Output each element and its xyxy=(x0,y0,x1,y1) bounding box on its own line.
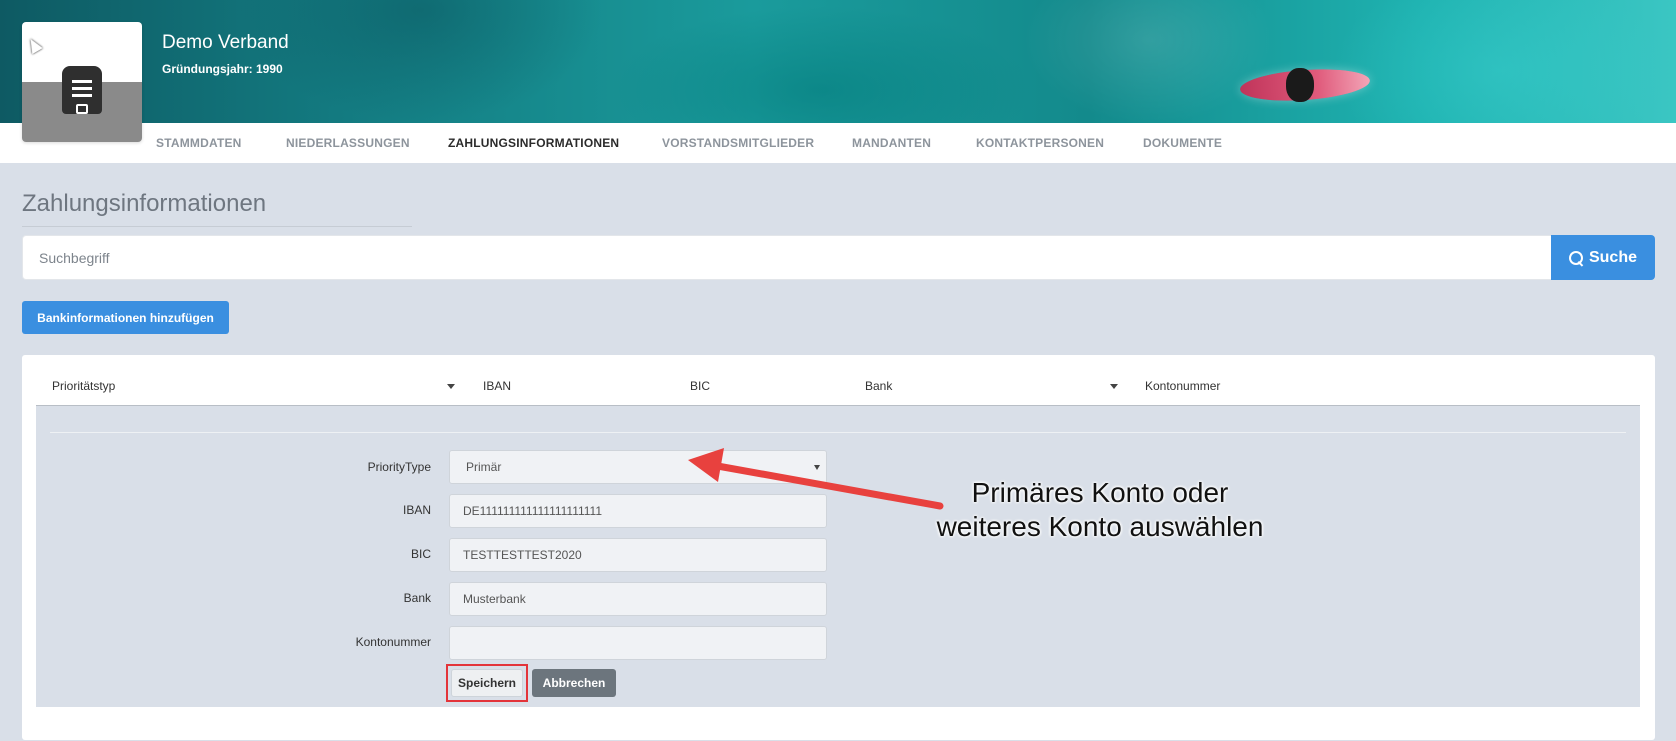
search-icon xyxy=(1568,250,1583,265)
annotation-text: Primäres Konto oder weiteres Konto auswä… xyxy=(900,476,1300,544)
tab-navigation: STAMMDATEN NIEDERLASSUNGEN ZAHLUNGSINFOR… xyxy=(0,123,1676,163)
column-header-bank[interactable]: Bank xyxy=(865,379,892,393)
search-button[interactable]: Suche xyxy=(1551,235,1655,280)
document-icon xyxy=(62,66,102,114)
bank-label: Bank xyxy=(403,591,431,605)
annotation-line-1: Primäres Konto oder xyxy=(971,477,1229,508)
sort-prioritaetstyp-icon[interactable] xyxy=(447,384,455,389)
org-logo[interactable] xyxy=(22,22,142,142)
iban-field[interactable] xyxy=(449,494,827,528)
org-name: Demo Verband xyxy=(162,32,289,53)
priority-type-select[interactable]: Primär xyxy=(449,450,827,484)
tab-stammdaten[interactable]: STAMMDATEN xyxy=(156,136,242,150)
save-button[interactable]: Speichern xyxy=(451,669,523,697)
column-header-prioritaetstyp[interactable]: Prioritätstyp xyxy=(52,379,115,393)
chevron-down-icon xyxy=(814,465,820,470)
edit-icon[interactable] xyxy=(76,104,88,114)
priority-type-value: Primär xyxy=(466,460,502,474)
column-header-kontonummer: Kontonummer xyxy=(1145,379,1221,393)
priority-type-label: PriorityType xyxy=(367,460,431,474)
add-bank-info-button[interactable]: Bankinformationen hinzufügen xyxy=(22,301,229,334)
tab-zahlungsinformationen[interactable]: ZAHLUNGSINFORMATIONEN xyxy=(448,136,619,150)
org-founding-year: Gründungsjahr: 1990 xyxy=(162,62,283,76)
tab-dokumente[interactable]: DOKUMENTE xyxy=(1143,136,1222,150)
tab-niederlassungen[interactable]: NIEDERLASSUNGEN xyxy=(286,136,410,150)
bank-info-table: Prioritätstyp IBAN BIC Bank Kontonummer … xyxy=(22,355,1655,740)
account-number-field[interactable] xyxy=(449,626,827,660)
tab-kontaktpersonen[interactable]: KONTAKTPERSONEN xyxy=(976,136,1104,150)
header-banner: Demo Verband Gründungsjahr: 1990 xyxy=(0,0,1676,123)
bic-label: BIC xyxy=(410,547,431,561)
edit-row: PriorityType Primär IBAN BIC Bank Konton… xyxy=(36,406,1640,707)
edit-row-divider xyxy=(50,432,1626,433)
annotation-line-2: weiteres Konto auswählen xyxy=(936,511,1264,542)
sort-bank-icon[interactable] xyxy=(1110,384,1118,389)
column-header-iban: IBAN xyxy=(483,379,512,393)
iban-label: IBAN xyxy=(402,503,431,517)
org-info: Demo Verband Gründungsjahr: 1990 xyxy=(162,32,289,76)
bank-field[interactable] xyxy=(449,582,827,616)
tab-vorstandsmitglieder[interactable]: VORSTANDSMITGLIEDER xyxy=(662,136,814,150)
title-divider xyxy=(22,226,412,227)
cancel-button[interactable]: Abbrechen xyxy=(532,669,616,697)
bic-field[interactable] xyxy=(449,538,827,572)
tab-mandanten[interactable]: MANDANTEN xyxy=(852,136,931,150)
page-title: Zahlungsinformationen xyxy=(22,190,267,217)
search-button-label: Suche xyxy=(1588,248,1637,266)
search-input[interactable] xyxy=(22,235,1552,280)
column-header-bic: BIC xyxy=(690,379,711,393)
surfer-image xyxy=(1286,68,1314,102)
account-number-label: Kontonummer xyxy=(355,635,431,649)
